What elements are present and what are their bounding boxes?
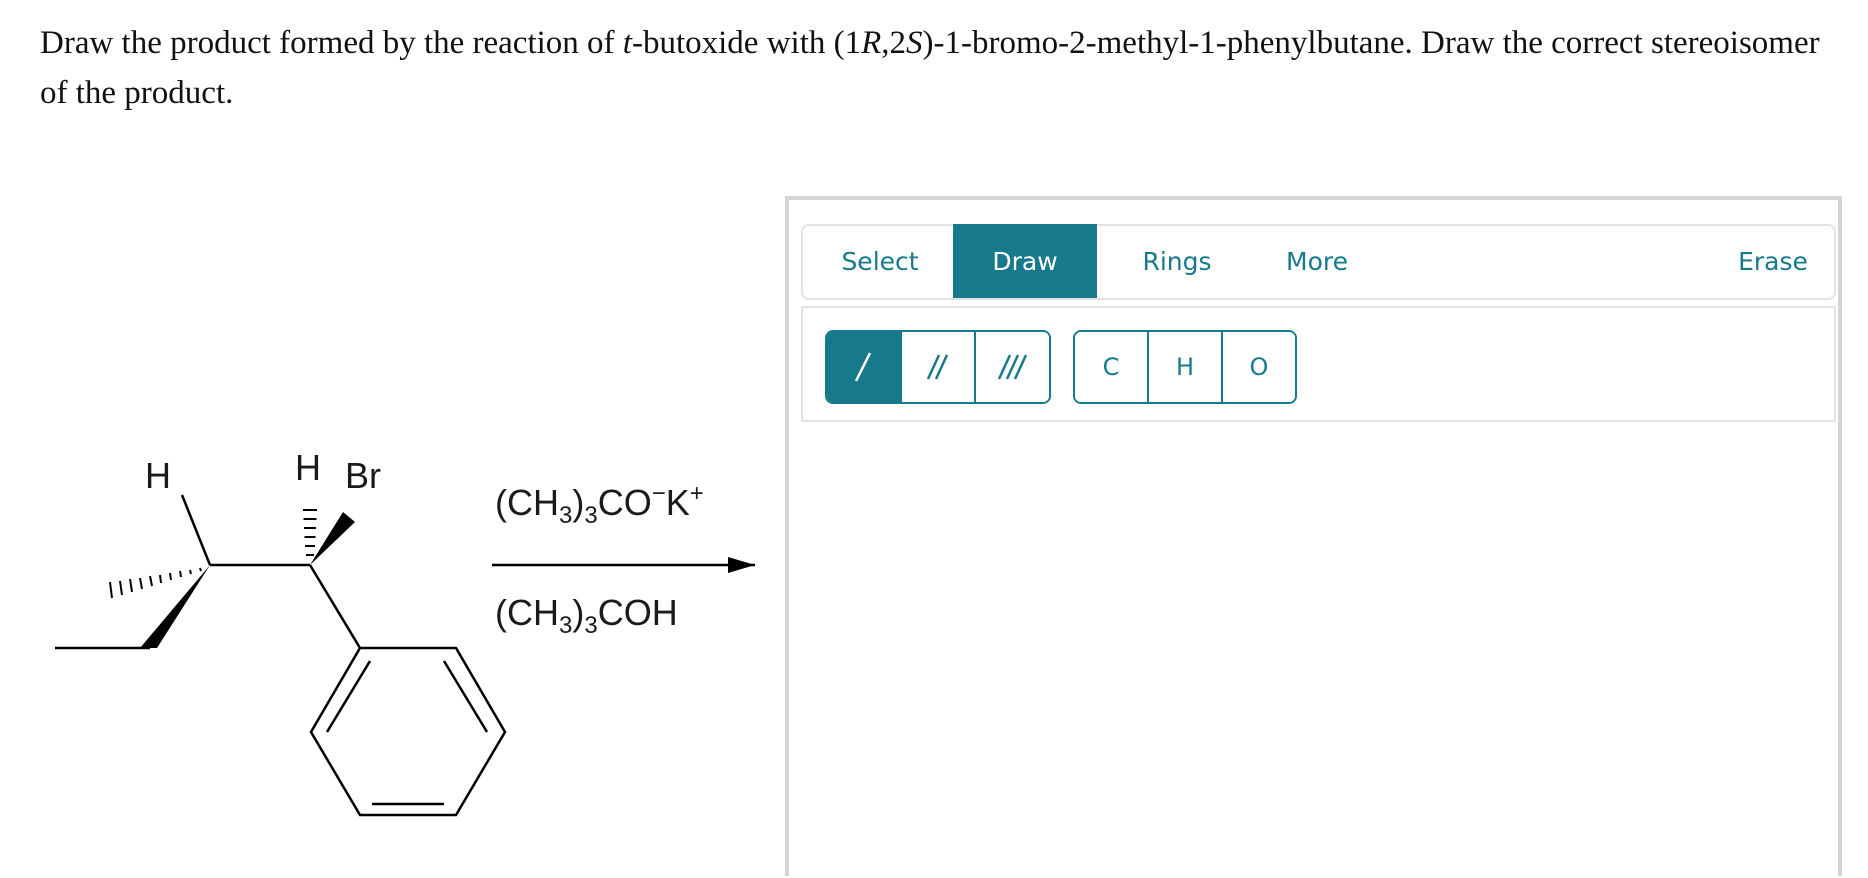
tab-draw[interactable]: Draw bbox=[953, 224, 1097, 298]
arrow-head-icon bbox=[728, 557, 755, 573]
draw-tool-panel: C H O bbox=[801, 306, 1836, 422]
molecule-editor: Select Draw Rings More Erase C H O bbox=[785, 196, 1842, 876]
bond-c2-h bbox=[180, 494, 212, 566]
editor-tab-bar: Select Draw Rings More Erase bbox=[801, 224, 1836, 300]
question-italic-s: S bbox=[906, 25, 923, 61]
double-bond-button[interactable] bbox=[901, 332, 977, 402]
triple-bond-button[interactable] bbox=[976, 332, 1049, 402]
question-part-1: Draw the product formed by the reaction … bbox=[40, 25, 623, 61]
atom-h-right: H bbox=[295, 447, 321, 488]
question-part-2: -butoxide with (1 bbox=[631, 25, 862, 61]
tab-rings[interactable]: Rings bbox=[1121, 226, 1233, 298]
triple-bond-icon bbox=[997, 354, 1027, 380]
bond-tool-group bbox=[825, 330, 1051, 404]
single-bond-button[interactable] bbox=[827, 332, 902, 402]
double-bond-icon bbox=[926, 354, 949, 380]
tab-select[interactable]: Select bbox=[821, 226, 939, 298]
atom-o-button[interactable]: O bbox=[1223, 332, 1295, 402]
atom-h-button[interactable]: H bbox=[1149, 332, 1223, 402]
hash-bond-c1-h bbox=[303, 509, 317, 556]
tab-more[interactable]: More bbox=[1261, 226, 1373, 298]
wedge-bond-c1-br bbox=[310, 512, 355, 565]
phenyl-ring bbox=[309, 646, 507, 817]
reagent-base: (CH3)3CO−K+ bbox=[495, 480, 704, 529]
tab-erase[interactable]: Erase bbox=[1718, 226, 1828, 298]
drawing-canvas[interactable] bbox=[801, 428, 1836, 878]
reagent-solvent: (CH3)3COH bbox=[495, 592, 678, 639]
atom-br: Br bbox=[345, 455, 381, 496]
atom-tool-group: C H O bbox=[1073, 330, 1297, 404]
single-bond-icon bbox=[855, 352, 872, 382]
atom-h-left: H bbox=[145, 455, 171, 496]
question-italic-t: t bbox=[622, 25, 632, 61]
reaction-arrow bbox=[492, 557, 755, 573]
bond-c1-phenyl bbox=[308, 564, 362, 649]
question-text: Draw the product formed by the reaction … bbox=[40, 18, 1820, 118]
atom-c-button[interactable]: C bbox=[1075, 332, 1149, 402]
question-italic-r: R bbox=[861, 25, 882, 61]
question-part-3: ,2 bbox=[881, 25, 907, 61]
reaction-scheme: H H Br (CH3)3CO−K+ (CH3)3COH bbox=[40, 440, 760, 864]
